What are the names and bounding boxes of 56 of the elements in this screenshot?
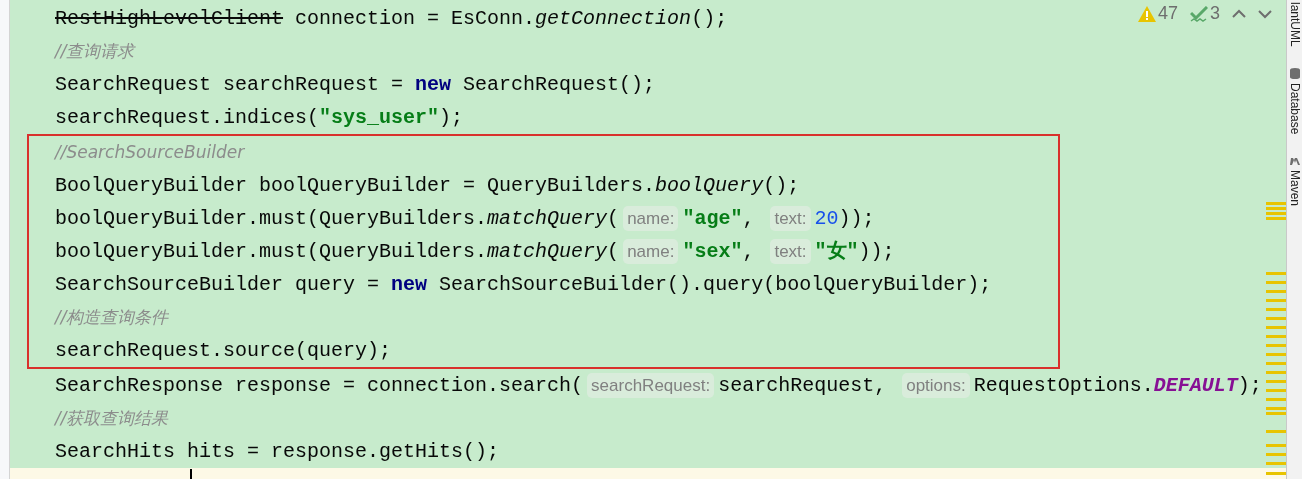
code-token: BoolQueryBuilder boolQueryBuilder = QueryBuilders.: [55, 172, 656, 199]
code-token: //查询请求: [55, 39, 135, 63]
code-token: matchQuery: [487, 238, 608, 265]
code-token: searchRequest.source(query);: [55, 337, 392, 364]
code-token: );: [439, 104, 464, 131]
parameter-hint: searchRequest:: [587, 372, 715, 399]
code-token: "age": [682, 205, 743, 232]
tool-window-button[interactable]: Database: [1285, 66, 1302, 135]
code-token: 20: [814, 205, 839, 232]
code-token: "sys_user": [319, 104, 440, 131]
warning-count[interactable]: 47: [1157, 0, 1178, 27]
code-token: //SearchSourceBuilder: [55, 140, 245, 164]
code-token: ,: [742, 205, 756, 232]
code-token: SearchRequest searchRequest =: [55, 71, 405, 98]
code-token: RestHighLevelClient: [55, 5, 284, 32]
tool-window-button[interactable]: Maven: [1285, 154, 1302, 207]
code-token: SearchSourceBuilder query =: [55, 271, 381, 298]
code-token: ,: [742, 238, 756, 265]
code-token: matchQuery: [487, 205, 608, 232]
chevron-down-icon[interactable]: [1258, 8, 1272, 19]
code-token: connection = EsConn.: [294, 5, 536, 32]
check-icon: [1190, 5, 1208, 22]
code-token: DEFAULT: [1153, 372, 1238, 399]
code-token: SearchResponse response = connection.search(: [55, 372, 584, 399]
code-token: ();: [763, 172, 800, 199]
code-token: new: [391, 271, 428, 298]
code-token: ));: [838, 205, 875, 232]
code-token: getConnection: [535, 5, 692, 32]
code-token: "女": [814, 238, 859, 265]
code-token: SearchHits hits = response.getHits();: [55, 438, 500, 465]
parameter-hint: name:: [623, 238, 679, 265]
warning-icon: [1137, 5, 1156, 22]
code-token: searchRequest,: [718, 372, 888, 399]
tool-window-button[interactable]: lantUML: [1285, 2, 1302, 47]
parameter-hint: text:: [770, 205, 811, 232]
code-token: "sex": [682, 238, 743, 265]
chevron-up-icon[interactable]: [1232, 8, 1246, 19]
code-token: ();: [691, 5, 728, 32]
code-token: (: [607, 238, 620, 265]
code-token: //获取查询结果: [55, 406, 169, 430]
code-token: SearchSourceBuilder().query(boolQueryBuilder);: [438, 271, 992, 298]
code-token: searchRequest.indices(: [55, 104, 320, 131]
code-token: ));: [858, 238, 895, 265]
code-token: boolQueryBuilder.must(QueryBuilders.: [55, 238, 488, 265]
parameter-hint: text:: [770, 238, 811, 265]
code-token: (: [607, 205, 620, 232]
code-token: boolQuery: [655, 172, 764, 199]
parameter-hint: name:: [623, 205, 679, 232]
code-token: RequestOptions.: [973, 372, 1154, 399]
database-icon: [1288, 66, 1301, 79]
code-token: boolQueryBuilder.must(QueryBuilders.: [55, 205, 488, 232]
code-token: new: [415, 71, 452, 98]
code-token: //构造查询条件: [55, 305, 169, 329]
check-count[interactable]: 3: [1210, 0, 1220, 27]
parameter-hint: options:: [902, 372, 970, 399]
code-token: SearchRequest();: [462, 71, 656, 98]
